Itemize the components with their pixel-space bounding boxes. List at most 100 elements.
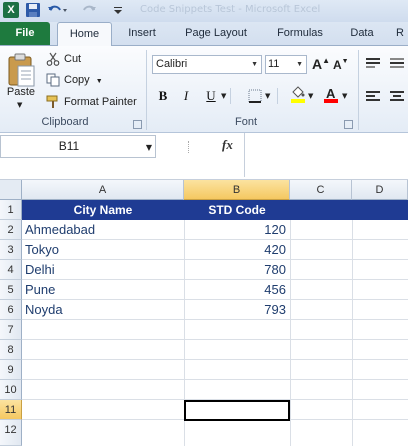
- gridline: [22, 359, 408, 360]
- format-painter-label: Format Painter: [64, 96, 137, 108]
- cell-b6[interactable]: 793: [184, 300, 290, 320]
- customize-quick-access-icon[interactable]: [113, 2, 123, 19]
- cell-a4[interactable]: Delhi: [22, 260, 184, 280]
- fill-color-dropdown-icon[interactable]: ▼: [308, 92, 313, 100]
- fill-color-swatch: [291, 99, 305, 103]
- select-all-button[interactable]: [0, 180, 22, 200]
- underline-button[interactable]: U: [204, 86, 218, 106]
- ribbon-home: Paste ▼ Cut Copy ▼ Format Painter Clipbo…: [0, 46, 408, 133]
- row-header-10[interactable]: 10: [0, 380, 22, 400]
- tab-home[interactable]: Home: [57, 22, 112, 46]
- bold-button[interactable]: B: [156, 86, 170, 106]
- row-header-4[interactable]: 4: [0, 260, 22, 280]
- tab-insert[interactable]: Insert: [118, 22, 166, 45]
- format-painter-button[interactable]: Format Painter: [46, 93, 137, 111]
- fill-color-button[interactable]: [290, 86, 306, 107]
- row-header-12[interactable]: 12: [0, 420, 22, 446]
- active-cell-b11[interactable]: [184, 400, 290, 421]
- row-header-6[interactable]: 6: [0, 300, 22, 320]
- grow-font-button[interactable]: A▲: [312, 56, 330, 72]
- font-size-select[interactable]: 11 ▼: [265, 55, 307, 74]
- font-group-label: Font: [234, 116, 257, 128]
- chevron-down-icon[interactable]: ▼: [251, 56, 258, 73]
- row-header-1[interactable]: 1: [0, 200, 22, 220]
- row-header-8[interactable]: 8: [0, 340, 22, 360]
- align-center-icon[interactable]: [390, 91, 404, 106]
- column-header-c[interactable]: C: [290, 180, 352, 200]
- row-header-3[interactable]: 3: [0, 240, 22, 260]
- align-top-icon[interactable]: [366, 58, 380, 71]
- name-box-value: B11: [58, 139, 80, 153]
- excel-logo-icon[interactable]: X: [3, 2, 19, 18]
- font-name-value: Calibri: [156, 58, 188, 70]
- shrink-font-button[interactable]: A▼: [333, 58, 349, 72]
- paintbrush-icon: [46, 95, 58, 109]
- clipboard-launcher-icon[interactable]: [133, 120, 142, 129]
- tab-review[interactable]: R: [392, 22, 408, 45]
- cell-b2[interactable]: 120: [184, 220, 290, 240]
- formula-tools: fx: [158, 135, 244, 158]
- tab-formulas[interactable]: Formulas: [266, 22, 334, 45]
- tab-data[interactable]: Data: [342, 22, 382, 45]
- cell-b4[interactable]: 780: [184, 260, 290, 280]
- shrink-font-glyph: A: [333, 58, 342, 72]
- row-header-7[interactable]: 7: [0, 320, 22, 340]
- column-header-b[interactable]: B: [184, 180, 290, 200]
- copy-label: Copy: [64, 74, 90, 86]
- row-header-11[interactable]: 11: [0, 400, 22, 420]
- paint-bucket-icon: [291, 86, 305, 103]
- insert-function-icon[interactable]: fx: [222, 137, 233, 153]
- font-color-button[interactable]: A: [323, 86, 339, 107]
- italic-button[interactable]: I: [180, 86, 192, 106]
- cut-button[interactable]: Cut: [46, 50, 81, 68]
- ribbon-tabs: File Home Insert Page Layout Formulas Da…: [0, 22, 408, 46]
- save-icon[interactable]: [25, 2, 41, 19]
- cell-a3[interactable]: Tokyo: [22, 240, 184, 260]
- clipboard-group-label: Clipboard: [41, 116, 89, 128]
- tab-file[interactable]: File: [0, 22, 50, 45]
- paste-dropdown-icon[interactable]: ▼: [17, 101, 22, 109]
- name-box[interactable]: B11 ▼: [0, 135, 156, 158]
- font-color-dropdown-icon[interactable]: ▼: [342, 92, 347, 100]
- paste-label[interactable]: Paste: [3, 86, 39, 98]
- scissors-icon: [46, 52, 60, 66]
- group-divider: [146, 50, 147, 130]
- title-bar: X Code Snippets Test - Microsoft Excel: [0, 0, 408, 22]
- cell-b3[interactable]: 420: [184, 240, 290, 260]
- font-size-value: 11: [268, 58, 280, 70]
- align-middle-icon[interactable]: [390, 58, 404, 71]
- paste-icon: [8, 53, 35, 87]
- underline-dropdown-icon[interactable]: ▼: [221, 92, 226, 100]
- copy-button[interactable]: Copy ▼: [46, 71, 103, 89]
- cell-a1[interactable]: City Name: [22, 200, 184, 220]
- cell-a6[interactable]: Noyda: [22, 300, 184, 320]
- align-left-icon[interactable]: [366, 91, 380, 106]
- caret-down-icon: ▼: [341, 58, 349, 65]
- gridline: [22, 379, 408, 380]
- formula-input[interactable]: [244, 133, 408, 177]
- font-color-swatch: [324, 99, 338, 103]
- chevron-down-icon[interactable]: ▼: [146, 143, 152, 152]
- row-header-9[interactable]: 9: [0, 360, 22, 380]
- chevron-down-icon[interactable]: ▼: [296, 56, 303, 73]
- row-header-5[interactable]: 5: [0, 280, 22, 300]
- undo-icon[interactable]: [46, 2, 68, 19]
- font-name-select[interactable]: Calibri ▼: [152, 55, 262, 74]
- redo-icon: [80, 2, 102, 19]
- gridline: [22, 339, 408, 340]
- cell-a2[interactable]: Ahmedabad: [22, 220, 184, 240]
- font-launcher-icon[interactable]: [344, 120, 353, 129]
- column-header-d[interactable]: D: [352, 180, 408, 200]
- divider: [277, 88, 278, 104]
- borders-button[interactable]: [248, 89, 262, 106]
- formula-bar: B11 ▼ fx: [0, 133, 408, 180]
- cell-b1[interactable]: STD Code: [184, 200, 290, 220]
- splitter-handle[interactable]: [188, 141, 191, 153]
- copy-dropdown-icon[interactable]: ▼: [96, 78, 103, 85]
- tab-page-layout[interactable]: Page Layout: [176, 22, 256, 45]
- borders-dropdown-icon[interactable]: ▼: [265, 92, 270, 100]
- cell-b5[interactable]: 456: [184, 280, 290, 300]
- cell-a5[interactable]: Pune: [22, 280, 184, 300]
- column-header-a[interactable]: A: [22, 180, 184, 200]
- row-header-2[interactable]: 2: [0, 220, 22, 240]
